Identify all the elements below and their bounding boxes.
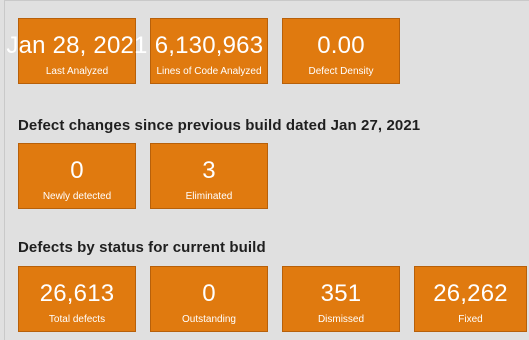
last-analyzed-label: Last Analyzed — [45, 66, 109, 77]
outstanding-label: Outstanding — [182, 314, 236, 325]
defect-changes-tiles: 0 Newly detected 3 Eliminated — [18, 143, 268, 209]
fixed-label: Fixed — [458, 314, 483, 325]
dismissed-label: Dismissed — [317, 314, 365, 325]
defect-density-value: 0.00 — [317, 32, 365, 59]
dashboard-panel: Jan 28, 2021 Last Analyzed 6,130,963 Lin… — [4, 0, 529, 340]
defects-by-status-heading: Defects by status for current build — [18, 239, 266, 256]
total-defects-value: 26,613 — [39, 280, 115, 307]
newly-detected-label: Newly detected — [42, 191, 112, 202]
total-defects-tile[interactable]: 26,613 Total defects — [18, 266, 136, 332]
eliminated-label: Eliminated — [185, 191, 233, 202]
dismissed-tile[interactable]: 351 Dismissed — [282, 266, 400, 332]
eliminated-tile[interactable]: 3 Eliminated — [150, 143, 268, 209]
defect-changes-heading: Defect changes since previous build date… — [18, 117, 421, 134]
outstanding-value: 0 — [202, 280, 216, 307]
dismissed-value: 351 — [320, 280, 362, 307]
newly-detected-tile[interactable]: 0 Newly detected — [18, 143, 136, 209]
outstanding-tile[interactable]: 0 Outstanding — [150, 266, 268, 332]
fixed-tile[interactable]: 26,262 Fixed — [414, 266, 527, 332]
defect-density-tile: 0.00 Defect Density — [282, 18, 400, 84]
defect-density-label: Defect Density — [308, 66, 374, 77]
lines-of-code-value: 6,130,963 — [154, 32, 264, 59]
summary-tiles: Jan 28, 2021 Last Analyzed 6,130,963 Lin… — [6, 18, 400, 84]
defects-by-status-tiles: 26,613 Total defects 0 Outstanding 351 D… — [18, 266, 527, 332]
last-analyzed-value: Jan 28, 2021 — [6, 32, 148, 59]
eliminated-value: 3 — [202, 157, 216, 184]
newly-detected-value: 0 — [70, 157, 84, 184]
total-defects-label: Total defects — [48, 314, 106, 325]
lines-of-code-label: Lines of Code Analyzed — [156, 66, 262, 77]
lines-of-code-tile: 6,130,963 Lines of Code Analyzed — [150, 18, 268, 84]
fixed-value: 26,262 — [433, 280, 508, 307]
last-analyzed-tile: Jan 28, 2021 Last Analyzed — [6, 18, 147, 84]
